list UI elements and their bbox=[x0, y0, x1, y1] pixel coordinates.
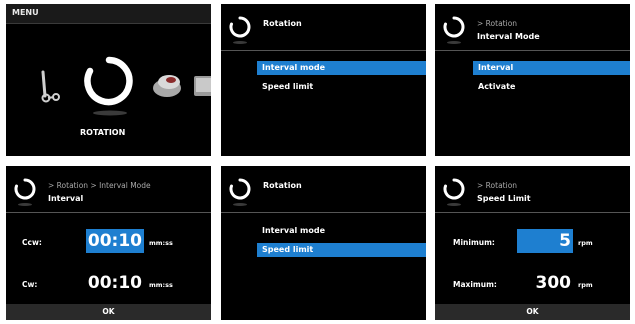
icon-shadow bbox=[233, 203, 247, 206]
interval-mode-screen: > Rotation Interval Mode Interval Activa… bbox=[435, 4, 630, 156]
breadcrumb: > Rotation bbox=[477, 181, 518, 190]
menu-item-interval[interactable]: Interval bbox=[473, 61, 630, 75]
menu-item-interval-mode[interactable]: Interval mode bbox=[257, 61, 426, 75]
screen-title: Speed Limit bbox=[477, 194, 531, 203]
ok-button[interactable]: OK bbox=[6, 304, 211, 320]
rotation-icon bbox=[443, 16, 465, 38]
minimum-unit: rpm bbox=[578, 239, 593, 247]
dish-icon[interactable] bbox=[194, 74, 211, 100]
minimum-label: Minimum: bbox=[453, 238, 495, 247]
icon-shadow bbox=[233, 41, 247, 44]
screen-title: Rotation bbox=[263, 181, 302, 190]
rotation-icon-shadow bbox=[93, 110, 127, 116]
icon-shadow bbox=[447, 41, 461, 44]
breadcrumb: > Rotation > Interval Mode bbox=[48, 181, 151, 190]
menu-item-activate[interactable]: Activate bbox=[473, 80, 630, 94]
rotation-icon bbox=[229, 16, 251, 38]
rotation-icon bbox=[229, 178, 251, 200]
icon-shadow bbox=[447, 203, 461, 206]
minimum-value-field[interactable]: 5 bbox=[517, 229, 573, 253]
ccw-label: Ccw: bbox=[22, 238, 42, 247]
cw-value-field[interactable]: 00:10 bbox=[86, 271, 144, 295]
menu-screen: MENU ROTATION bbox=[6, 4, 211, 156]
menu-header: MENU bbox=[6, 4, 211, 24]
screen-title: Interval Mode bbox=[477, 32, 540, 41]
screen-header: Rotation bbox=[221, 4, 426, 51]
selected-mode-label: ROTATION bbox=[80, 128, 126, 137]
menu-item-speed-limit[interactable]: Speed limit bbox=[257, 80, 426, 94]
maximum-label: Maximum: bbox=[453, 280, 497, 289]
screen-header: > Rotation > Interval Mode Interval bbox=[6, 166, 211, 213]
maximum-value-field[interactable]: 300 bbox=[517, 271, 573, 295]
screen-header: > Rotation Speed Limit bbox=[435, 166, 630, 213]
ccw-unit: mm:ss bbox=[149, 239, 173, 247]
menu-item-interval-mode[interactable]: Interval mode bbox=[257, 224, 426, 238]
cw-unit: mm:ss bbox=[149, 281, 173, 289]
maximum-unit: rpm bbox=[578, 281, 593, 289]
screen-title: Interval bbox=[48, 194, 84, 203]
rotation-icon bbox=[443, 178, 465, 200]
stir-icon[interactable] bbox=[36, 70, 62, 104]
rotation-icon bbox=[14, 178, 36, 200]
shaker-icon[interactable] bbox=[150, 70, 184, 100]
icon-shadow bbox=[18, 203, 32, 206]
speed-limit-screen: > Rotation Speed Limit Minimum: 5 rpm Ma… bbox=[435, 166, 630, 320]
screen-header: Rotation bbox=[221, 166, 426, 213]
cw-label: Cw: bbox=[22, 280, 38, 289]
screen-title: Rotation bbox=[263, 19, 302, 28]
rotation-screen-speed: Rotation Interval mode Speed limit bbox=[221, 166, 426, 320]
ok-button[interactable]: OK bbox=[435, 304, 630, 320]
rotation-icon[interactable] bbox=[82, 54, 136, 108]
menu-title: MENU bbox=[12, 8, 39, 17]
interval-settings-screen: > Rotation > Interval Mode Interval Ccw:… bbox=[6, 166, 211, 320]
rotation-screen-interval: Rotation Interval mode Speed limit bbox=[221, 4, 426, 156]
menu-item-speed-limit[interactable]: Speed limit bbox=[257, 243, 426, 257]
ccw-value-field[interactable]: 00:10 bbox=[86, 229, 144, 253]
screen-header: > Rotation Interval Mode bbox=[435, 4, 630, 51]
breadcrumb: > Rotation bbox=[477, 19, 518, 28]
